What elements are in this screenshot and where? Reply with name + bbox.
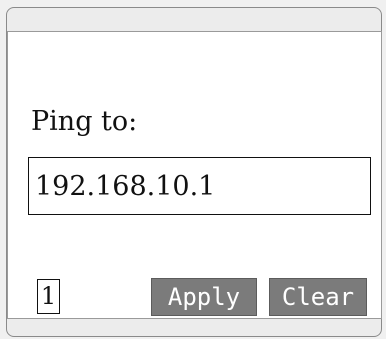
ip-address-input[interactable] [29,158,370,214]
ip-address-field[interactable] [28,157,371,215]
clear-button[interactable]: Clear [269,278,367,316]
ping-to-label: Ping to: [31,106,138,137]
apply-button[interactable]: Apply [151,278,257,316]
page-number-indicator: 1 [37,279,60,314]
